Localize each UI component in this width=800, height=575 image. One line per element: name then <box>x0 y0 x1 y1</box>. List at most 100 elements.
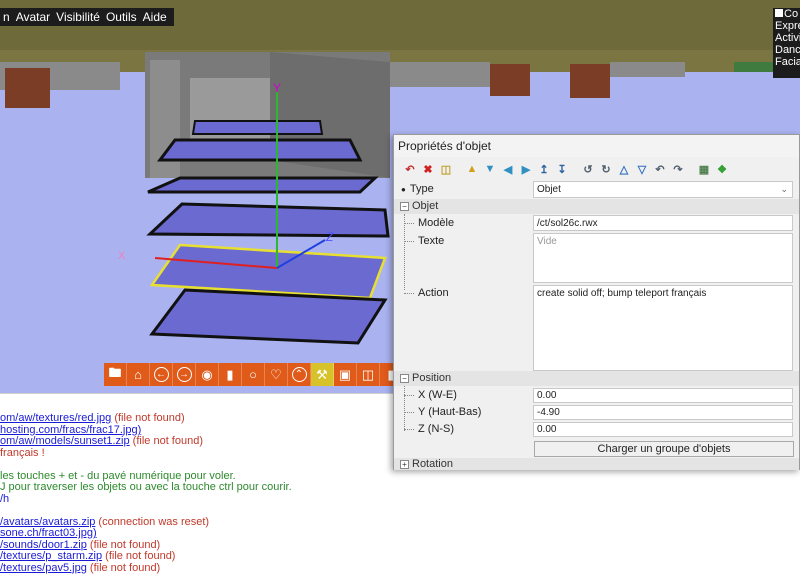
z-label: Z (N-S) <box>404 422 454 437</box>
forward-arrow-icon[interactable]: → <box>173 363 196 386</box>
model-field[interactable]: /ct/sol26c.rwx <box>533 215 793 231</box>
log-link[interactable]: /avatars/avatars.zip <box>0 516 95 528</box>
text-label: Texte <box>404 233 444 283</box>
camera-video-icon[interactable]: ▮ <box>219 363 242 386</box>
chat-bubble-icon[interactable]: ○ <box>242 363 265 386</box>
menu-bar: n Avatar Visibilité Outils Aide <box>0 8 174 26</box>
brick-block-2 <box>570 64 610 98</box>
x-row: X (W-E) 0.00 <box>394 388 799 403</box>
tilt-forward-icon[interactable]: △ <box>616 161 632 177</box>
tilt-back-icon[interactable]: ▽ <box>634 161 650 177</box>
bottom-toolbar: 🖿 ⌂ ← → ◉ ▮ ○ ♡ ⌃ ⚒ ▣ ◫ ▮ <box>104 363 403 386</box>
back-arrow-icon[interactable]: ← <box>150 363 173 386</box>
move-up-icon[interactable]: ↥ <box>536 161 552 177</box>
log-link[interactable]: hosting.com/fracs/frac17.jpg) <box>0 424 141 436</box>
load-group-button[interactable]: Charger un groupe d'objets <box>534 441 794 457</box>
log-link[interactable]: /textures/pav5.jpg <box>0 562 87 574</box>
home-icon[interactable]: ⌂ <box>127 363 150 386</box>
z-row: Z (N-S) 0.00 <box>394 422 799 437</box>
roll-right-icon[interactable]: ↷ <box>670 161 686 177</box>
photo-camera-icon[interactable]: ▣ <box>334 363 357 386</box>
gesture-panel-row-2[interactable]: Expre <box>775 20 800 32</box>
delete-icon[interactable]: ✖ <box>420 161 436 177</box>
heart-icon[interactable]: ♡ <box>265 363 288 386</box>
x-axis-label: X <box>118 250 126 262</box>
log-link[interactable]: om/aw/models/sunset1.zip <box>0 435 130 447</box>
x-label: X (W-E) <box>404 388 457 403</box>
log-link[interactable]: /textures/p_starm.zip <box>0 550 102 562</box>
menu-item-avatar[interactable]: Avatar <box>13 10 53 24</box>
y-row: Y (Haut-Bas) -4.90 <box>394 405 799 420</box>
z-axis-label: Z <box>325 230 334 244</box>
log-message: (file not found) <box>86 561 161 574</box>
map-icon[interactable]: ◫ <box>357 363 380 386</box>
y-field[interactable]: -4.90 <box>533 405 793 420</box>
log-link[interactable]: om/aw/textures/red.jpg <box>0 412 111 424</box>
collapse-icon[interactable]: − <box>400 201 409 211</box>
build-icon[interactable]: ⚒ <box>311 363 334 386</box>
menu-item-partial[interactable]: n <box>0 10 13 24</box>
collapse-icon[interactable]: − <box>400 373 409 383</box>
log-message: (file not found) <box>129 435 203 447</box>
type-value: Objet <box>537 184 561 195</box>
gesture-panel-row-3[interactable]: Activi <box>775 32 800 44</box>
log-message: (file not found) <box>102 550 176 562</box>
y-label: Y (Haut-Bas) <box>404 405 481 420</box>
section-object[interactable]: − Objet <box>394 199 799 214</box>
snap-grid-icon[interactable]: ▦ <box>696 161 712 177</box>
up-arrow-icon[interactable]: ⌃ <box>288 363 311 386</box>
plate-top <box>191 120 324 135</box>
type-label: ● Type <box>401 183 434 195</box>
log-link[interactable]: sone.ch/fract03.jpg) <box>0 527 97 539</box>
select-group-icon[interactable]: ❖ <box>714 161 730 177</box>
window-title[interactable]: Propriétés d'objet <box>394 135 799 157</box>
menu-item-visibility[interactable]: Visibilité <box>53 10 103 24</box>
x-field[interactable]: 0.00 <box>533 388 793 403</box>
text-field[interactable]: Vide <box>533 233 793 283</box>
duplicate-icon[interactable]: ◫ <box>438 161 454 177</box>
gesture-panel-row-1[interactable]: Co <box>775 8 800 20</box>
menu-item-tools[interactable]: Outils <box>103 10 140 24</box>
plate-3 <box>147 176 379 194</box>
menu-item-help[interactable]: Aide <box>140 10 170 24</box>
plate-2 <box>157 138 363 162</box>
rock-mid <box>380 62 490 87</box>
checkbox-icon[interactable] <box>775 9 783 17</box>
undo-icon[interactable]: ↶ <box>402 161 418 177</box>
log-message: /h <box>0 492 10 505</box>
gesture-panel-row-5[interactable]: Facia <box>775 56 800 68</box>
move-down-icon[interactable]: ↧ <box>554 161 570 177</box>
section-rotation[interactable]: + Rotation <box>394 458 799 470</box>
eye-icon[interactable]: ◉ <box>196 363 219 386</box>
plate-4 <box>146 202 390 238</box>
type-select[interactable]: Objet ⌄ <box>533 181 793 198</box>
rotate-left-icon[interactable]: ↺ <box>580 161 596 177</box>
action-field[interactable]: create solid off; bump teleport français <box>533 285 793 371</box>
gesture-panel-row-4[interactable]: Danc <box>775 44 800 56</box>
log-message: les touches + et - du pavé numérique pou… <box>0 469 236 482</box>
grass-patch <box>734 62 774 72</box>
object-properties-window[interactable]: Propriétés d'objet ↶ ✖ ◫ ▲ ▼ ◀ ▶ ↥ ↧ ↺ ↻… <box>393 134 800 470</box>
brick-block-left <box>5 68 50 108</box>
gesture-label: Co <box>784 8 799 20</box>
move-left-icon[interactable]: ◀ <box>500 161 516 177</box>
section-object-label: Objet <box>412 200 439 212</box>
folder-icon[interactable]: 🖿 <box>104 363 127 386</box>
log-link[interactable]: /sounds/door1.zip <box>0 539 87 551</box>
expand-icon[interactable]: + <box>400 459 409 469</box>
move-right-icon[interactable]: ▶ <box>518 161 534 177</box>
text-row: Texte Vide <box>394 233 799 283</box>
move-forward-icon[interactable]: ▲ <box>464 161 480 177</box>
z-field[interactable]: 0.00 <box>533 422 793 437</box>
section-position[interactable]: − Position <box>394 371 799 386</box>
action-row: Action create solid off; bump teleport f… <box>394 285 799 371</box>
rotate-right-icon[interactable]: ↻ <box>598 161 614 177</box>
type-row: ● Type Objet ⌄ <box>394 181 799 198</box>
roll-left-icon[interactable]: ↶ <box>652 161 668 177</box>
model-row: Modèle /ct/sol26c.rwx <box>394 215 799 231</box>
properties-toolbar: ↶ ✖ ◫ ▲ ▼ ◀ ▶ ↥ ↧ ↺ ↻ △ ▽ ↶ ↷ ▦ ❖ <box>394 157 799 181</box>
log-message: (file not found) <box>111 412 185 424</box>
move-back-icon[interactable]: ▼ <box>482 161 498 177</box>
log-line: /avatars/avatars.zip (connection was res… <box>0 516 800 529</box>
chevron-down-icon[interactable]: ⌄ <box>780 184 788 195</box>
